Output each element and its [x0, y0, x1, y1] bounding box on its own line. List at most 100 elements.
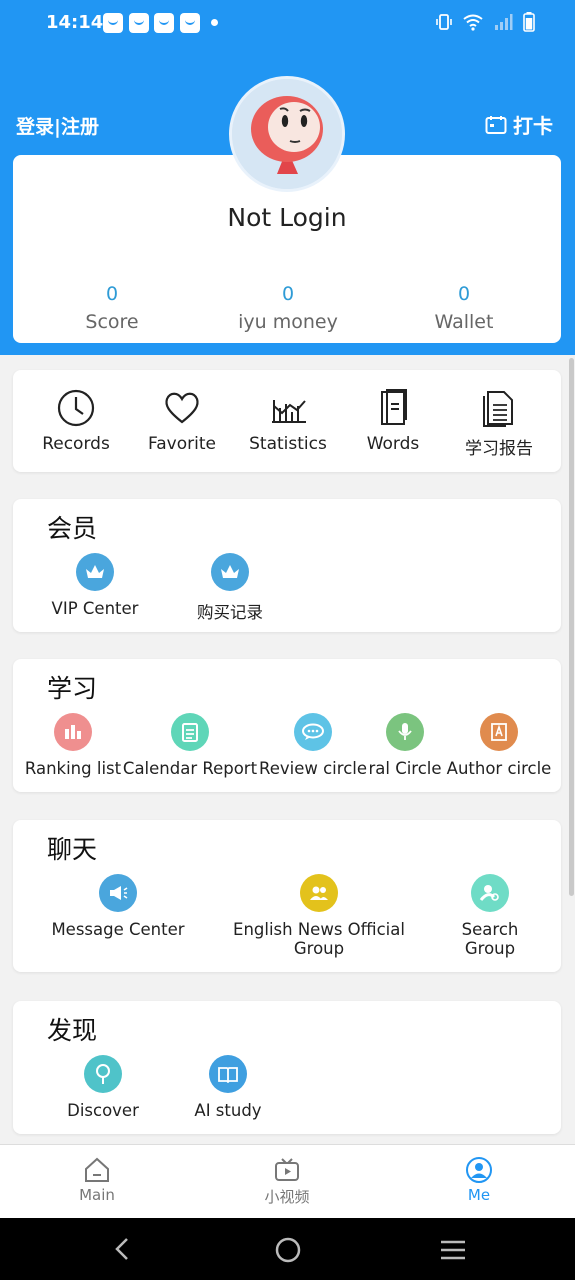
calendar-icon: [485, 115, 507, 134]
wifi-icon: [463, 14, 483, 31]
bottom-navigation: Main 小视频 Me: [0, 1144, 575, 1219]
status-time: 14:14: [46, 12, 104, 33]
nav-main[interactable]: Main: [37, 1157, 157, 1204]
discover-button[interactable]: Discover: [58, 1055, 148, 1120]
records-button[interactable]: Records: [21, 388, 131, 454]
item-label: Discover: [67, 1101, 139, 1120]
signal-icon: [495, 14, 513, 30]
section-title: 学习: [47, 674, 98, 703]
avatar[interactable]: [229, 76, 345, 192]
ranking-list-button[interactable]: Ranking list: [23, 713, 123, 778]
tools-card: Records Favorite Statistics Words 学习报告: [13, 370, 561, 472]
megaphone-icon: [99, 874, 137, 912]
ai-study-icon: [209, 1055, 247, 1093]
discover-icon: [84, 1055, 122, 1093]
statistics-label: Statistics: [249, 434, 327, 454]
calendar-report-icon: [171, 713, 209, 751]
stat-label: iyu money: [238, 311, 338, 333]
me-icon: [466, 1157, 492, 1183]
discover-card: 发现 Discover AI study: [13, 1001, 561, 1134]
item-label: Review circle: [259, 759, 367, 778]
home-icon: [85, 1157, 109, 1182]
nav-label: Main: [79, 1186, 115, 1204]
words-button[interactable]: Words: [338, 388, 448, 454]
author-icon: [480, 713, 518, 751]
purchase-records-button[interactable]: 购买记录: [175, 553, 285, 623]
microphone-icon: [386, 713, 424, 751]
stat-value: 0: [457, 283, 471, 305]
section-title: 聊天: [47, 835, 98, 864]
shopping-bag-icon: [129, 13, 149, 33]
crown-icon: [76, 553, 114, 591]
item-label: Message Center: [51, 920, 185, 939]
stat-wallet[interactable]: 0 Wallet: [374, 283, 554, 333]
item-label: Ranking list: [24, 759, 122, 778]
shopping-bag-icon: [103, 13, 123, 33]
stat-label: Score: [85, 311, 139, 333]
nav-short-video[interactable]: 小视频: [227, 1157, 347, 1207]
review-circle-button[interactable]: Review circle: [257, 713, 369, 778]
nav-label: Me: [467, 1186, 491, 1204]
study-report-label: 学习报告: [465, 439, 533, 459]
recents-menu-icon[interactable]: [439, 1239, 467, 1261]
english-news-group-button[interactable]: English News Official Group: [209, 874, 429, 958]
cartoon-avatar-icon: [232, 79, 342, 189]
item-label: ral Circle: [368, 759, 442, 778]
item-label: Author circle: [446, 759, 552, 778]
status-bar: 14:14: [0, 0, 575, 48]
oral-circle-button[interactable]: ral Circle: [365, 713, 445, 778]
records-label: Records: [42, 434, 110, 454]
statistics-button[interactable]: Statistics: [233, 388, 343, 454]
chat-bubble-icon: [294, 713, 332, 751]
favorite-label: Favorite: [148, 434, 216, 454]
chat-card: 聊天 Message Center English News Official …: [13, 820, 561, 972]
item-label: AI study: [194, 1101, 262, 1120]
item-label: Calendar Report: [122, 759, 258, 778]
ai-study-button[interactable]: AI study: [183, 1055, 273, 1120]
report-icon: [483, 391, 513, 427]
item-label: 购买记录: [197, 603, 263, 622]
notification-dot-icon: [211, 19, 218, 26]
stat-iyu-money[interactable]: 0 iyu money: [198, 283, 378, 333]
search-group-icon: [471, 874, 509, 912]
author-circle-button[interactable]: Author circle: [445, 713, 553, 778]
book-icon: [381, 389, 407, 425]
shopping-bag-icon: [154, 13, 174, 33]
study-report-button[interactable]: 学习报告: [444, 388, 554, 459]
favorite-button[interactable]: Favorite: [127, 388, 237, 454]
section-title: 会员: [47, 514, 98, 543]
ranking-icon: [54, 713, 92, 751]
words-label: Words: [366, 434, 420, 454]
group-icon: [300, 874, 338, 912]
stat-value: 0: [105, 283, 119, 305]
login-register-link[interactable]: 登录|注册: [16, 112, 99, 139]
study-card: 学习 Ranking list Calendar Report Review c…: [13, 659, 561, 792]
item-label: VIP Center: [51, 599, 139, 618]
stat-value: 0: [281, 283, 295, 305]
statistics-icon: [272, 400, 306, 423]
scrollbar[interactable]: [569, 358, 574, 896]
item-label: Search Group: [461, 920, 519, 958]
profile-header: 14:14 登录|注册 打卡 Not Login 0 Score 0 iyu m…: [0, 0, 575, 355]
stat-label: Wallet: [434, 311, 494, 333]
clock-icon: [57, 389, 95, 427]
message-center-button[interactable]: Message Center: [43, 874, 193, 939]
vip-center-button[interactable]: VIP Center: [40, 553, 150, 618]
heart-icon: [165, 392, 199, 424]
back-icon[interactable]: [112, 1237, 132, 1261]
battery-icon: [523, 12, 535, 32]
checkin-label: 打卡: [513, 114, 553, 138]
calendar-report-button[interactable]: Calendar Report: [120, 713, 260, 778]
stat-score[interactable]: 0 Score: [22, 283, 202, 333]
member-card: 会员 VIP Center 购买记录: [13, 499, 561, 632]
search-group-button[interactable]: Search Group: [447, 874, 533, 958]
home-circle-icon[interactable]: [275, 1237, 301, 1263]
shopping-bag-icon: [180, 13, 200, 33]
nav-me[interactable]: Me: [419, 1157, 539, 1204]
section-title: 发现: [47, 1016, 98, 1045]
checkin-button[interactable]: 打卡: [485, 110, 553, 139]
video-icon: [275, 1158, 299, 1181]
user-name[interactable]: Not Login: [13, 203, 561, 232]
vibrate-icon: [436, 14, 452, 30]
nav-label: 小视频: [264, 1188, 310, 1206]
